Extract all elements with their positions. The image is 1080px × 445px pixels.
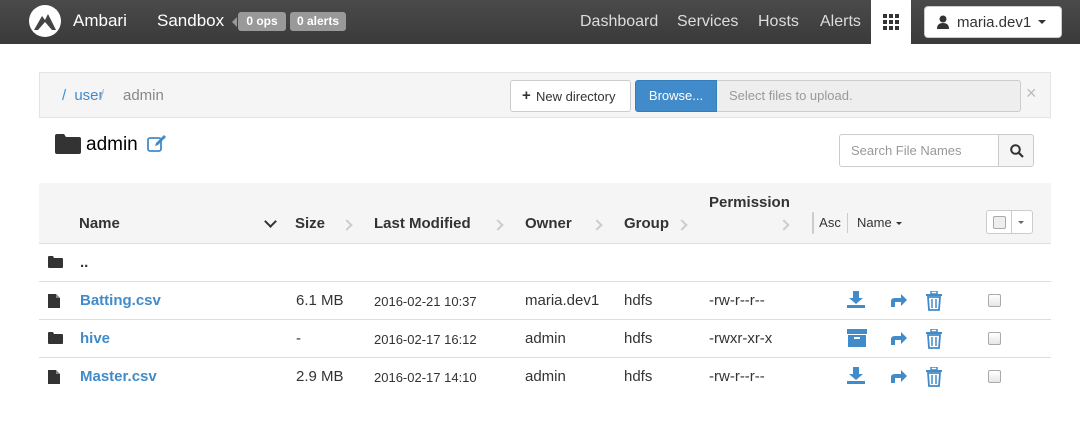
sort-order-button[interactable]: Asc (813, 213, 848, 233)
file-permission[interactable]: -rw-r--r-- (709, 292, 765, 309)
file-size: - (296, 330, 301, 347)
table-row[interactable]: hive - 2016-02-17 16:12 admin hdfs -rwxr… (39, 319, 1051, 357)
folder-icon (48, 256, 63, 268)
chevron-right-icon[interactable] (341, 219, 353, 231)
search-button[interactable] (998, 134, 1034, 167)
table-row[interactable]: Batting.csv 6.1 MB 2016-02-21 10:37 mari… (39, 281, 1051, 319)
top-navbar: Ambari Sandbox 0 ops 0 alerts Dashboard … (0, 0, 1080, 44)
row-checkbox[interactable] (988, 370, 1001, 383)
caret-down-icon[interactable] (1018, 221, 1024, 224)
nav-hosts[interactable]: Hosts (758, 13, 799, 31)
alerts-badge[interactable]: 0 alerts (290, 12, 346, 31)
nav-alerts[interactable]: Alerts (820, 13, 861, 31)
folder-name-link[interactable]: hive (80, 330, 110, 347)
row-checkbox[interactable] (988, 332, 1001, 345)
breadcrumb-current: admin (123, 87, 164, 104)
file-name-link[interactable]: Master.csv (80, 368, 157, 385)
archive-icon[interactable] (847, 329, 867, 347)
breadcrumb: / user (62, 87, 104, 104)
upload-file-field[interactable]: Select files to upload. (717, 80, 1021, 112)
breadcrumb-separator: / (100, 87, 105, 104)
sort-by-label: Name (857, 215, 892, 230)
table-row-parent[interactable]: .. (39, 243, 1051, 281)
table-header: Name Size Last Modified Owner Group Perm… (39, 183, 1051, 243)
brand-name[interactable]: Ambari (73, 11, 127, 31)
file-permission[interactable]: -rw-r--r-- (709, 368, 765, 385)
file-group: hdfs (624, 292, 653, 309)
file-group: hdfs (624, 368, 653, 385)
folder-icon (55, 134, 81, 154)
file-size: 2.9 MB (296, 368, 344, 385)
chevron-right-icon[interactable] (676, 219, 688, 231)
move-icon[interactable] (889, 291, 907, 309)
new-directory-label: New directory (536, 89, 616, 104)
nav-services[interactable]: Services (677, 13, 738, 31)
new-directory-button[interactable]: + New directory (510, 80, 631, 112)
sort-desc-icon[interactable] (264, 215, 277, 228)
file-modified: 2016-02-17 14:10 (374, 370, 477, 385)
file-icon (48, 370, 60, 384)
views-menu-button[interactable] (871, 0, 911, 44)
select-all-dropdown[interactable] (986, 210, 1033, 234)
trash-icon[interactable] (925, 329, 943, 349)
nav-dashboard[interactable]: Dashboard (580, 13, 658, 31)
chevron-down-icon (1038, 20, 1046, 24)
file-icon (48, 294, 60, 308)
search-icon (1010, 144, 1024, 158)
trash-icon[interactable] (925, 291, 943, 311)
ops-badge[interactable]: 0 ops (232, 12, 286, 31)
trash-icon[interactable] (925, 367, 943, 387)
chevron-right-icon[interactable] (591, 219, 603, 231)
browse-button[interactable]: Browse... (635, 80, 717, 112)
file-owner: maria.dev1 (525, 292, 600, 309)
download-icon[interactable] (846, 367, 866, 385)
search-input[interactable]: Search File Names (839, 134, 999, 167)
edit-icon[interactable] (147, 135, 167, 153)
breadcrumb-bar: / user / admin + New directory Browse...… (39, 72, 1051, 118)
plus-icon: + (522, 87, 531, 104)
breadcrumb-root[interactable]: / (62, 87, 66, 104)
file-modified: 2016-02-21 10:37 (374, 294, 477, 309)
parent-directory-link[interactable]: .. (80, 254, 88, 271)
cluster-name[interactable]: Sandbox (157, 11, 224, 31)
file-name-link[interactable]: Batting.csv (80, 292, 161, 309)
folder-icon (48, 332, 63, 344)
move-icon[interactable] (889, 367, 907, 385)
user-menu-button[interactable]: maria.dev1 (924, 6, 1062, 38)
header-name[interactable]: Name (79, 215, 120, 232)
grid-icon (883, 14, 899, 30)
chevron-right-icon[interactable] (778, 219, 790, 231)
header-size[interactable]: Size (295, 215, 325, 232)
file-modified: 2016-02-17 16:12 (374, 332, 477, 347)
file-owner: admin (525, 330, 566, 347)
row-checkbox[interactable] (988, 294, 1001, 307)
download-icon[interactable] (846, 291, 866, 309)
file-group: hdfs (624, 330, 653, 347)
header-owner[interactable]: Owner (525, 215, 572, 232)
header-group[interactable]: Group (624, 215, 669, 232)
header-permission[interactable]: Permission (709, 194, 790, 211)
user-name: maria.dev1 (957, 14, 1032, 31)
close-icon[interactable]: × (1026, 83, 1037, 104)
ambari-logo-icon[interactable] (28, 4, 62, 38)
file-permission[interactable]: -rwxr-xr-x (709, 330, 772, 347)
chevron-right-icon[interactable] (492, 219, 504, 231)
caret-down-icon (896, 222, 902, 225)
table-row[interactable]: Master.csv 2.9 MB 2016-02-17 14:10 admin… (39, 357, 1051, 395)
header-last-modified[interactable]: Last Modified (374, 215, 471, 232)
sort-control: Asc Name (812, 212, 902, 234)
move-icon[interactable] (889, 329, 907, 347)
sort-by-dropdown[interactable]: Name (848, 213, 912, 233)
file-owner: admin (525, 368, 566, 385)
page-title: admin (86, 134, 138, 155)
select-all-checkbox[interactable] (993, 216, 1006, 229)
user-icon (937, 15, 949, 29)
divider (1011, 211, 1012, 233)
file-size: 6.1 MB (296, 292, 344, 309)
